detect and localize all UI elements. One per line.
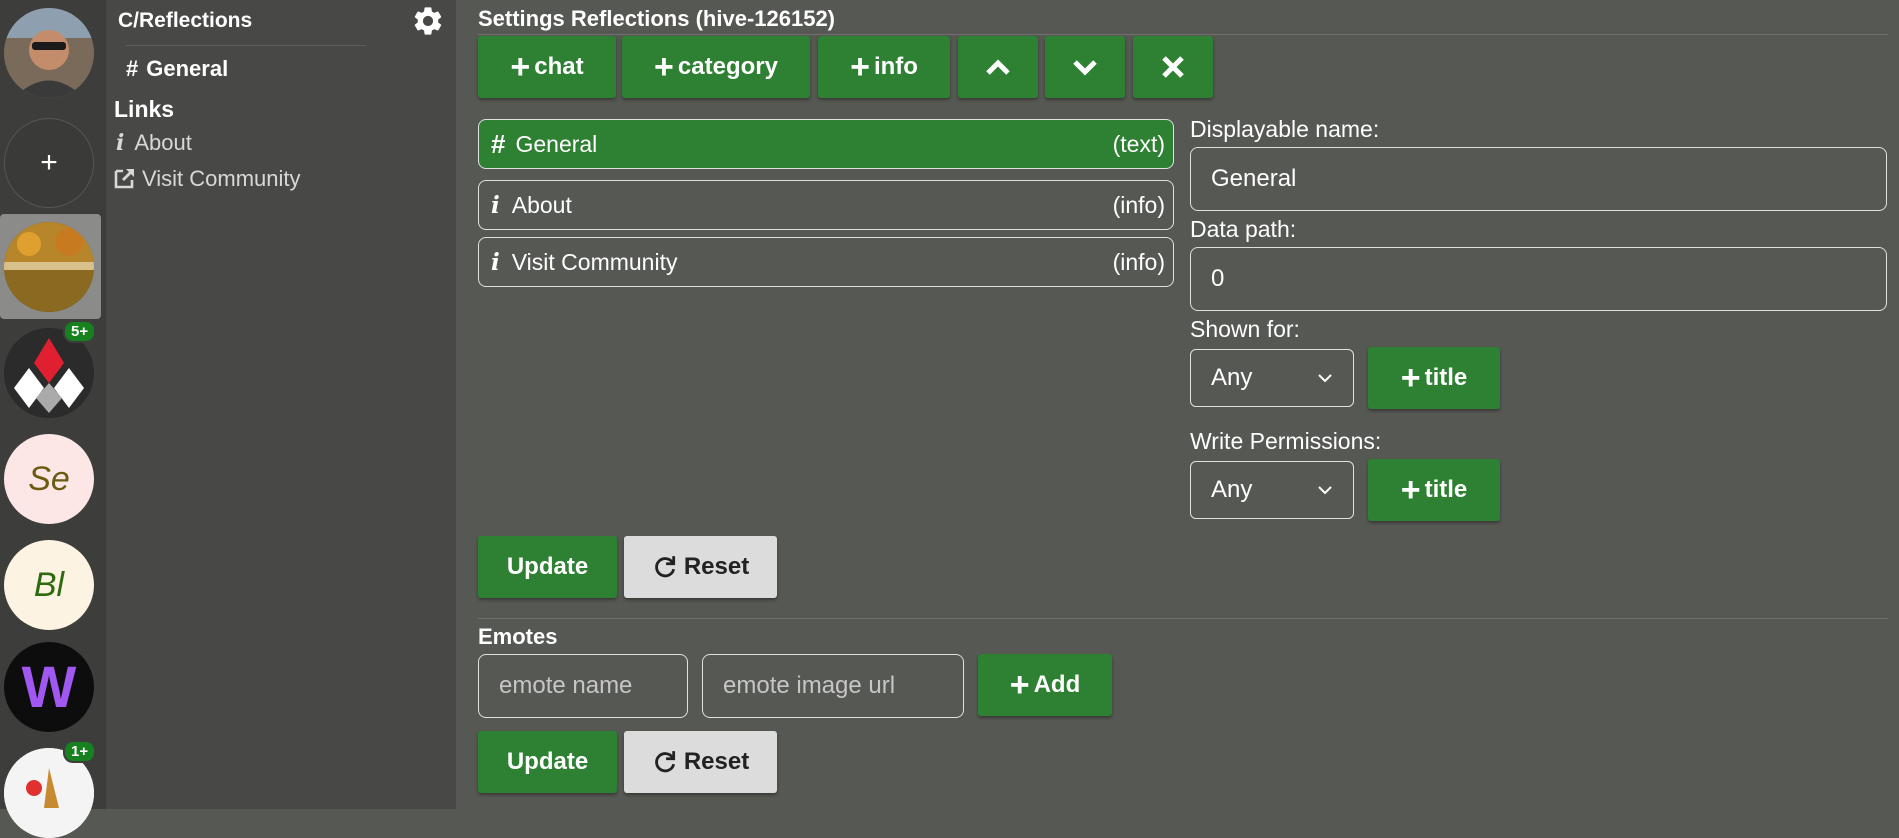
displayable-name-label: Displayable name: <box>1190 116 1380 142</box>
reset-button[interactable]: Reset <box>624 536 777 598</box>
close-icon <box>1162 56 1184 78</box>
button-label: Update <box>506 748 589 775</box>
link-label: About <box>134 130 192 155</box>
info-icon: i <box>116 130 125 156</box>
emote-name-input[interactable]: emote name <box>478 654 688 718</box>
add-title-shown-button[interactable]: + title <box>1368 347 1500 409</box>
plus-icon: + <box>850 48 870 86</box>
data-path-label: Data path: <box>1190 216 1297 242</box>
button-label: Update <box>506 553 589 580</box>
server-w[interactable]: W <box>4 642 94 732</box>
external-link-icon <box>114 169 134 189</box>
channel-name: About <box>511 191 572 218</box>
button-label: chat <box>534 53 584 80</box>
server-initials: Se <box>28 459 70 498</box>
sidebar-link-about[interactable]: i About <box>116 130 192 156</box>
write-permissions-label: Write Permissions: <box>1190 428 1382 454</box>
channel-panel: C/Reflections # General Links i About Visi… <box>106 0 456 809</box>
reflections-image <box>4 222 94 312</box>
button-label: category <box>677 53 778 80</box>
notification-badge: 1+ <box>63 740 97 763</box>
button-label: Add <box>1033 671 1081 698</box>
channel-label: General <box>146 56 229 81</box>
hash-icon: # <box>126 56 139 81</box>
gear-icon[interactable] <box>411 4 445 43</box>
select-value: Any <box>1211 364 1253 391</box>
data-path-input[interactable]: 0 <box>1190 247 1887 311</box>
channel-name: Visit Community <box>511 248 678 275</box>
emotes-divider <box>478 618 1888 619</box>
write-permissions-select[interactable]: Any <box>1190 461 1354 519</box>
server-reflections[interactable] <box>4 222 94 312</box>
info-icon: i <box>491 248 500 276</box>
add-category-button[interactable]: + category <box>622 36 810 98</box>
refresh-icon <box>655 556 675 578</box>
panel-divider <box>126 45 366 46</box>
add-chat-button[interactable]: + chat <box>478 36 616 98</box>
server-initials: W <box>21 654 77 720</box>
title-divider <box>478 34 1888 35</box>
hash-icon: # <box>491 128 506 159</box>
avatar-image <box>4 8 94 98</box>
chevron-down-icon <box>1318 374 1332 383</box>
add-title-write-button[interactable]: + title <box>1368 459 1500 521</box>
add-info-button[interactable]: + info <box>818 36 950 98</box>
emotes-reset-button[interactable]: Reset <box>624 731 777 793</box>
channel-type: (info) <box>1112 248 1165 275</box>
refresh-icon <box>655 751 675 773</box>
community-title: C/Reflections <box>118 9 253 32</box>
notification-badge: 5+ <box>63 320 97 343</box>
chevron-down-icon <box>1073 60 1097 76</box>
server-bl[interactable]: Bl <box>4 540 94 630</box>
move-up-button[interactable] <box>958 36 1038 98</box>
chevron-up-icon <box>986 59 1010 75</box>
update-button[interactable]: Update <box>478 536 617 598</box>
button-label: info <box>873 53 918 80</box>
shown-for-select[interactable]: Any <box>1190 349 1354 407</box>
link-label: Visit Community <box>142 166 301 191</box>
plus-icon: + <box>510 48 531 86</box>
field-value: 0 <box>1211 265 1225 292</box>
button-label: title <box>1424 364 1468 391</box>
channel-type: (info) <box>1112 191 1165 218</box>
server-initials: Bl <box>33 565 65 604</box>
plus-icon: + <box>1400 471 1421 509</box>
add-emote-button[interactable]: + Add <box>978 654 1112 716</box>
field-value: General <box>1211 165 1297 192</box>
sidebar-link-visit-community[interactable]: Visit Community <box>112 166 301 192</box>
plus-icon: + <box>1400 359 1421 397</box>
channel-row-visit-community[interactable]: i Visit Community (info) <box>478 237 1174 287</box>
settings-main: Settings Reflections (hive-126152) + chat… <box>456 0 1899 809</box>
channel-row-general[interactable]: # General (text) <box>478 119 1174 169</box>
server-se[interactable]: Se <box>4 434 94 524</box>
channel-type: (text) <box>1112 130 1165 157</box>
displayable-name-input[interactable]: General <box>1190 147 1887 211</box>
emotes-update-button[interactable]: Update <box>478 731 617 793</box>
server-rail: + 5+ Se Bl W 1+ <box>0 0 106 838</box>
emote-url-input[interactable]: emote image url <box>702 654 964 718</box>
sidebar-channel-general[interactable]: # General <box>126 56 228 82</box>
placeholder-text: emote name <box>499 672 633 699</box>
button-label: Reset <box>683 748 750 775</box>
button-label: title <box>1424 476 1468 503</box>
links-heading: Links <box>114 96 175 122</box>
emotes-heading: Emotes <box>478 624 558 649</box>
plus-icon: + <box>40 146 58 179</box>
delete-button[interactable] <box>1133 36 1213 98</box>
page-title: Settings Reflections (hive-126152) <box>478 6 836 31</box>
select-value: Any <box>1211 476 1253 503</box>
shown-for-label: Shown for: <box>1190 316 1300 342</box>
plus-icon: + <box>654 48 674 86</box>
channel-row-about[interactable]: i About (info) <box>478 180 1174 230</box>
button-label: Reset <box>683 553 750 580</box>
placeholder-text: emote image url <box>723 672 896 699</box>
user-avatar[interactable] <box>4 8 94 98</box>
channel-name: General <box>515 130 598 157</box>
add-server-button[interactable]: + <box>4 118 94 208</box>
gear-icon-svg <box>414 7 442 35</box>
plus-icon: + <box>1009 666 1030 704</box>
move-down-button[interactable] <box>1045 36 1125 98</box>
chevron-down-icon <box>1318 486 1332 495</box>
info-icon: i <box>491 191 500 219</box>
